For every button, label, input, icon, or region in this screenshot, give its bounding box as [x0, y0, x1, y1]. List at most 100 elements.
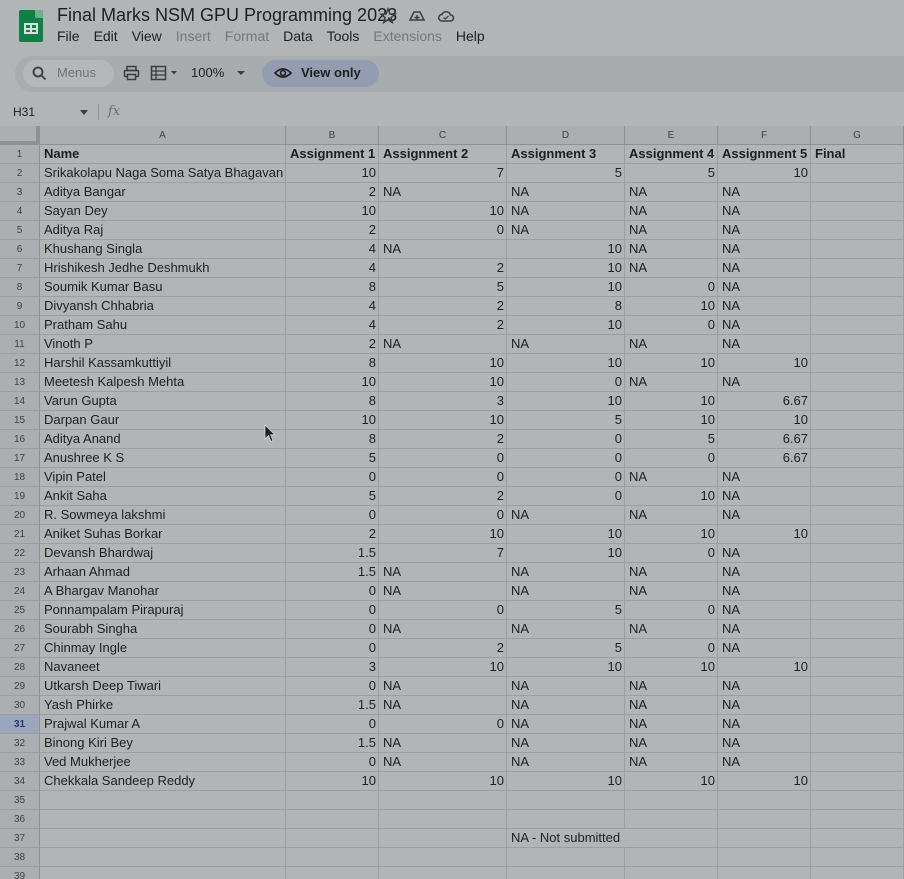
table-cell[interactable]: 10: [507, 354, 625, 373]
row-header[interactable]: 1: [0, 145, 40, 164]
column-title-cell[interactable]: Assignment 5: [718, 145, 811, 164]
table-cell[interactable]: 0: [625, 316, 718, 335]
table-cell[interactable]: A Bhargav Manohar: [40, 582, 286, 601]
table-format-icon[interactable]: [150, 65, 180, 81]
table-cell[interactable]: 0: [379, 601, 507, 620]
row-header[interactable]: 25: [0, 601, 40, 620]
row-header[interactable]: 28: [0, 658, 40, 677]
table-cell[interactable]: NA: [625, 202, 718, 221]
table-cell[interactable]: [286, 867, 379, 879]
table-cell[interactable]: 5: [625, 430, 718, 449]
row-header[interactable]: 35: [0, 791, 40, 810]
table-cell[interactable]: [811, 411, 904, 430]
table-cell[interactable]: [718, 848, 811, 867]
row-header[interactable]: 29: [0, 677, 40, 696]
table-cell[interactable]: Ved Mukherjee: [40, 753, 286, 772]
table-cell[interactable]: [811, 202, 904, 221]
table-cell[interactable]: [40, 867, 286, 879]
table-cell[interactable]: NA: [507, 202, 625, 221]
column-title-cell[interactable]: Assignment 2: [379, 145, 507, 164]
table-cell[interactable]: R. Sowmeya lakshmi: [40, 506, 286, 525]
table-cell[interactable]: [40, 848, 286, 867]
table-cell[interactable]: 8: [286, 354, 379, 373]
row-header[interactable]: 8: [0, 278, 40, 297]
table-cell[interactable]: 8: [286, 278, 379, 297]
table-cell[interactable]: 0: [286, 715, 379, 734]
table-cell[interactable]: Soumik Kumar Basu: [40, 278, 286, 297]
table-cell[interactable]: 10: [507, 240, 625, 259]
table-cell[interactable]: NA: [718, 373, 811, 392]
table-cell[interactable]: [811, 449, 904, 468]
table-cell[interactable]: NA: [507, 734, 625, 753]
table-cell[interactable]: 2: [379, 430, 507, 449]
table-cell[interactable]: NA: [379, 563, 507, 582]
row-header[interactable]: 26: [0, 620, 40, 639]
table-cell[interactable]: Varun Gupta: [40, 392, 286, 411]
table-cell[interactable]: 0: [507, 487, 625, 506]
column-title-cell[interactable]: Assignment 3: [507, 145, 625, 164]
table-cell[interactable]: 10: [625, 411, 718, 430]
column-header-e[interactable]: E: [625, 126, 718, 145]
table-cell[interactable]: [811, 677, 904, 696]
row-header[interactable]: 3: [0, 183, 40, 202]
table-cell[interactable]: NA: [507, 563, 625, 582]
table-cell[interactable]: [625, 867, 718, 879]
row-header[interactable]: 30: [0, 696, 40, 715]
table-cell[interactable]: [718, 791, 811, 810]
table-cell[interactable]: NA: [718, 316, 811, 335]
table-cell[interactable]: 0: [507, 468, 625, 487]
column-title-cell[interactable]: Name: [40, 145, 286, 164]
table-cell[interactable]: [811, 430, 904, 449]
table-cell[interactable]: NA: [625, 335, 718, 354]
menu-help[interactable]: Help: [456, 28, 485, 44]
table-cell[interactable]: [811, 354, 904, 373]
table-cell[interactable]: [811, 772, 904, 791]
table-cell[interactable]: Chekkala Sandeep Reddy: [40, 772, 286, 791]
table-cell[interactable]: [625, 810, 718, 829]
table-cell[interactable]: 10: [507, 316, 625, 335]
table-cell[interactable]: 10: [625, 525, 718, 544]
table-cell[interactable]: Yash Phirke: [40, 696, 286, 715]
table-cell[interactable]: 10: [507, 544, 625, 563]
table-cell[interactable]: 5: [507, 639, 625, 658]
table-cell[interactable]: 10: [718, 525, 811, 544]
table-cell[interactable]: [718, 867, 811, 879]
table-cell[interactable]: [811, 544, 904, 563]
table-cell[interactable]: NA: [507, 506, 625, 525]
table-cell[interactable]: Aniket Suhas Borkar: [40, 525, 286, 544]
table-cell[interactable]: 0: [286, 582, 379, 601]
table-cell[interactable]: 2: [379, 316, 507, 335]
table-cell[interactable]: NA: [718, 278, 811, 297]
column-title-cell[interactable]: Final: [811, 145, 904, 164]
table-cell[interactable]: 2: [379, 259, 507, 278]
table-cell[interactable]: 0: [625, 544, 718, 563]
table-cell[interactable]: NA: [379, 183, 507, 202]
table-cell[interactable]: 5: [507, 164, 625, 183]
menu-data[interactable]: Data: [283, 28, 313, 44]
column-title-cell[interactable]: Assignment 1: [286, 145, 379, 164]
table-cell[interactable]: Harshil Kassamkuttiyil: [40, 354, 286, 373]
table-cell[interactable]: 10: [507, 525, 625, 544]
table-cell[interactable]: Pratham Sahu: [40, 316, 286, 335]
table-cell[interactable]: 10: [286, 202, 379, 221]
table-cell[interactable]: [811, 240, 904, 259]
row-header[interactable]: 33: [0, 753, 40, 772]
table-cell[interactable]: [507, 810, 625, 829]
table-cell[interactable]: [286, 810, 379, 829]
table-cell[interactable]: Aditya Raj: [40, 221, 286, 240]
table-cell[interactable]: NA: [625, 753, 718, 772]
table-cell[interactable]: NA: [718, 544, 811, 563]
table-cell[interactable]: 0: [625, 278, 718, 297]
table-cell[interactable]: [379, 810, 507, 829]
table-cell[interactable]: NA: [379, 677, 507, 696]
table-cell[interactable]: Ankit Saha: [40, 487, 286, 506]
table-cell[interactable]: NA - Not submitted: [507, 829, 625, 848]
table-cell[interactable]: NA: [625, 506, 718, 525]
table-cell[interactable]: NA: [507, 677, 625, 696]
row-header[interactable]: 9: [0, 297, 40, 316]
table-cell[interactable]: NA: [379, 620, 507, 639]
table-cell[interactable]: [811, 791, 904, 810]
table-cell[interactable]: 5: [625, 164, 718, 183]
table-cell[interactable]: NA: [507, 753, 625, 772]
row-header[interactable]: 15: [0, 411, 40, 430]
